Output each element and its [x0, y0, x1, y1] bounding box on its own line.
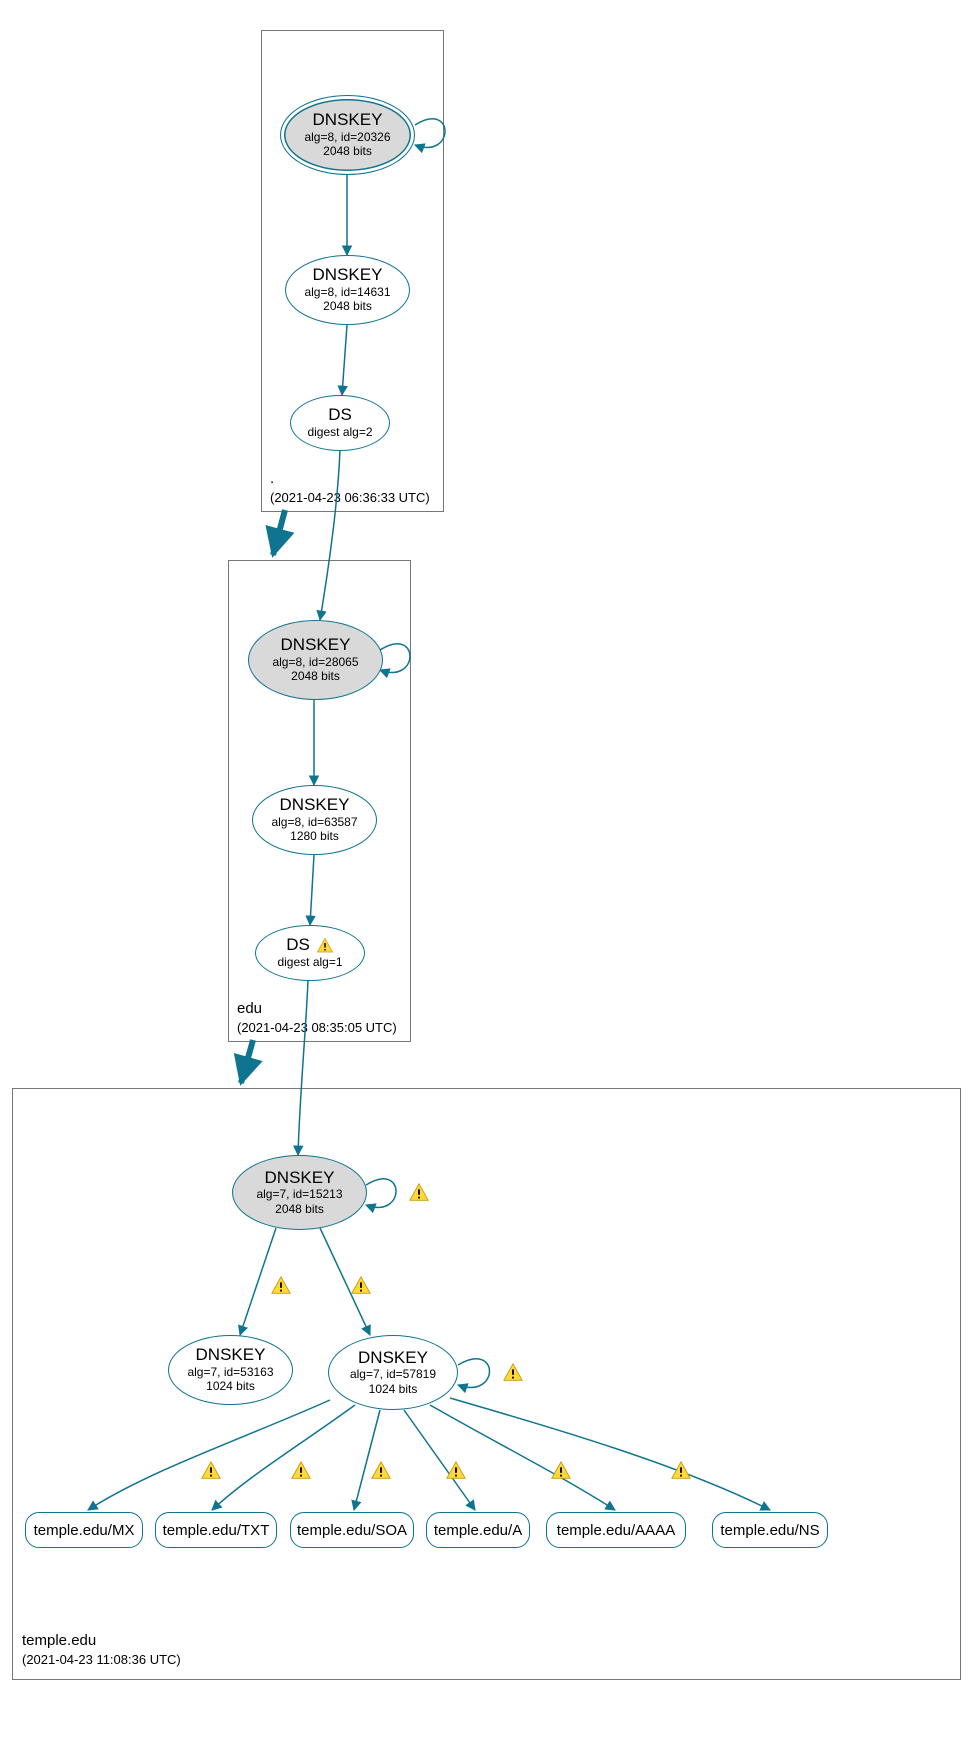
rrset-a: temple.edu/A: [426, 1512, 530, 1548]
rrset-label: temple.edu/AAAA: [557, 1522, 675, 1539]
zone-root-name: .: [270, 470, 274, 487]
node-line2: alg=8, id=20326: [304, 130, 390, 144]
warning-icon: [350, 1275, 372, 1297]
warning-icon: [550, 1460, 572, 1482]
dnskey-node-temple-ksk: DNSKEY alg=7, id=15213 2048 bits: [232, 1155, 367, 1230]
node-line2: alg=7, id=53163: [187, 1365, 273, 1379]
node-line2: alg=7, id=15213: [256, 1187, 342, 1201]
warning-icon: [670, 1460, 692, 1482]
node-line2: alg=8, id=63587: [271, 815, 357, 829]
dnskey-node-root-ksk: DNSKEY alg=8, id=20326 2048 bits: [280, 95, 415, 175]
warning-icon: [200, 1460, 222, 1482]
warning-icon: [316, 937, 334, 955]
dnskey-node-root-zsk: DNSKEY alg=8, id=14631 2048 bits: [285, 255, 410, 325]
zone-root-timestamp: (2021-04-23 06:36:33 UTC): [270, 490, 430, 505]
rrset-aaaa: temple.edu/AAAA: [546, 1512, 686, 1548]
rrset-txt: temple.edu/TXT: [155, 1512, 277, 1548]
warning-icon: [290, 1460, 312, 1482]
dnssec-authentication-graph: . (2021-04-23 06:36:33 UTC) edu (2021-04…: [0, 0, 972, 1742]
rrset-label: temple.edu/MX: [34, 1522, 135, 1539]
node-title: DNSKEY: [358, 1349, 428, 1368]
warning-icon: [408, 1182, 430, 1204]
rrset-soa: temple.edu/SOA: [290, 1512, 414, 1548]
dnskey-node-temple-zsk1: DNSKEY alg=7, id=53163 1024 bits: [168, 1335, 293, 1405]
node-line3: 1024 bits: [369, 1382, 418, 1396]
node-title: DS: [328, 406, 352, 425]
zone-temple-name: temple.edu: [22, 1632, 96, 1649]
warning-icon: [445, 1460, 467, 1482]
node-line3: 2048 bits: [323, 299, 372, 313]
rrset-label: temple.edu/A: [434, 1522, 522, 1539]
node-title: DS: [286, 936, 310, 955]
rrset-label: temple.edu/NS: [720, 1522, 819, 1539]
rrset-ns: temple.edu/NS: [712, 1512, 828, 1548]
zone-temple: [12, 1088, 961, 1680]
zone-edu-timestamp: (2021-04-23 08:35:05 UTC): [237, 1020, 397, 1035]
dnskey-node-temple-zsk2: DNSKEY alg=7, id=57819 1024 bits: [328, 1335, 458, 1410]
node-line3: 2048 bits: [323, 144, 372, 158]
node-line3: 2048 bits: [275, 1202, 324, 1216]
node-title: DNSKEY: [265, 1169, 335, 1188]
node-line2: alg=8, id=14631: [304, 285, 390, 299]
node-line2: alg=8, id=28065: [272, 655, 358, 669]
warning-icon: [270, 1275, 292, 1297]
rrset-label: temple.edu/SOA: [297, 1522, 407, 1539]
node-title: DNSKEY: [281, 636, 351, 655]
node-line3: 2048 bits: [291, 669, 340, 683]
warning-icon: [502, 1362, 524, 1384]
node-title: DNSKEY: [313, 266, 383, 285]
node-title: DNSKEY: [196, 1346, 266, 1365]
warning-icon: [370, 1460, 392, 1482]
rrset-mx: temple.edu/MX: [25, 1512, 143, 1548]
node-line2: digest alg=2: [307, 425, 372, 439]
zone-edu-name: edu: [237, 1000, 262, 1017]
node-line3: 1024 bits: [206, 1379, 255, 1393]
node-title: DNSKEY: [313, 111, 383, 130]
ds-node-edu: DS digest alg=1: [255, 925, 365, 981]
node-line2: alg=7, id=57819: [350, 1367, 436, 1381]
dnskey-node-edu-zsk: DNSKEY alg=8, id=63587 1280 bits: [252, 785, 377, 855]
ds-node-root: DS digest alg=2: [290, 395, 390, 451]
node-line3: 1280 bits: [290, 829, 339, 843]
zone-temple-timestamp: (2021-04-23 11:08:36 UTC): [22, 1652, 181, 1667]
node-title: DNSKEY: [280, 796, 350, 815]
dnskey-node-edu-ksk: DNSKEY alg=8, id=28065 2048 bits: [248, 620, 383, 700]
rrset-label: temple.edu/TXT: [163, 1522, 270, 1539]
node-line2: digest alg=1: [277, 955, 342, 969]
